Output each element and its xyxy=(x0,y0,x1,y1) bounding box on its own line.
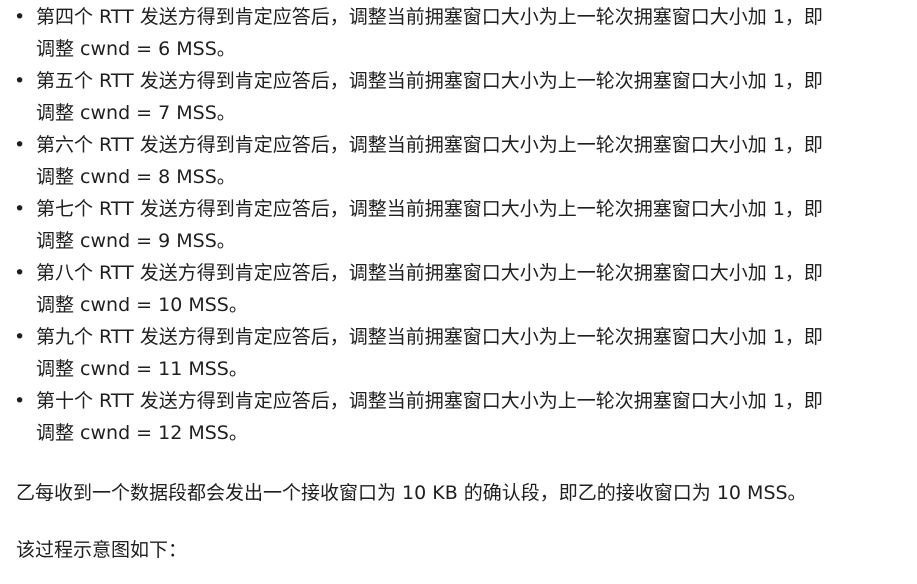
list-item-line1: 第八个 RTT 发送方得到肯定应答后，调整当前拥塞窗口大小为上一轮次拥塞窗口大小… xyxy=(36,262,823,284)
diagram-intro-paragraph: 该过程示意图如下： xyxy=(16,539,188,561)
list-item-line1: 第七个 RTT 发送方得到肯定应答后，调整当前拥塞窗口大小为上一轮次拥塞窗口大小… xyxy=(36,198,823,220)
receiver-window-paragraph: 乙每收到一个数据段都会发出一个接收窗口为 10 KB 的确认段，即乙的接收窗口为… xyxy=(16,482,807,504)
bullet-icon: • xyxy=(14,198,26,220)
bullet-icon: • xyxy=(14,134,26,156)
rtt-bullet-list: • 第四个 RTT 发送方得到肯定应答后，调整当前拥塞窗口大小为上一轮次拥塞窗口… xyxy=(0,1,900,449)
list-item: • 第七个 RTT 发送方得到肯定应答后，调整当前拥塞窗口大小为上一轮次拥塞窗口… xyxy=(0,193,900,257)
list-item-line1: 第四个 RTT 发送方得到肯定应答后，调整当前拥塞窗口大小为上一轮次拥塞窗口大小… xyxy=(36,6,823,28)
document-page: • 第四个 RTT 发送方得到肯定应答后，调整当前拥塞窗口大小为上一轮次拥塞窗口… xyxy=(0,0,917,584)
bullet-icon: • xyxy=(14,70,26,92)
bullet-icon: • xyxy=(14,6,26,28)
list-item-line2: 调整 cwnd = 6 MSS。 xyxy=(36,38,236,60)
list-item-line2: 调整 cwnd = 9 MSS。 xyxy=(36,230,236,252)
bullet-icon: • xyxy=(14,390,26,412)
list-item: • 第八个 RTT 发送方得到肯定应答后，调整当前拥塞窗口大小为上一轮次拥塞窗口… xyxy=(0,257,900,321)
list-item: • 第五个 RTT 发送方得到肯定应答后，调整当前拥塞窗口大小为上一轮次拥塞窗口… xyxy=(0,65,900,129)
list-item-line1: 第十个 RTT 发送方得到肯定应答后，调整当前拥塞窗口大小为上一轮次拥塞窗口大小… xyxy=(36,390,823,412)
list-item-line2: 调整 cwnd = 10 MSS。 xyxy=(36,294,248,316)
bullet-icon: • xyxy=(14,326,26,348)
list-item: • 第九个 RTT 发送方得到肯定应答后，调整当前拥塞窗口大小为上一轮次拥塞窗口… xyxy=(0,321,900,385)
list-item-line2: 调整 cwnd = 12 MSS。 xyxy=(36,422,248,444)
list-item-line1: 第九个 RTT 发送方得到肯定应答后，调整当前拥塞窗口大小为上一轮次拥塞窗口大小… xyxy=(36,326,823,348)
list-item: • 第四个 RTT 发送方得到肯定应答后，调整当前拥塞窗口大小为上一轮次拥塞窗口… xyxy=(0,1,900,65)
list-item-line1: 第五个 RTT 发送方得到肯定应答后，调整当前拥塞窗口大小为上一轮次拥塞窗口大小… xyxy=(36,70,823,92)
list-item: • 第十个 RTT 发送方得到肯定应答后，调整当前拥塞窗口大小为上一轮次拥塞窗口… xyxy=(0,385,900,449)
list-item-line1: 第六个 RTT 发送方得到肯定应答后，调整当前拥塞窗口大小为上一轮次拥塞窗口大小… xyxy=(36,134,823,156)
list-item-line2: 调整 cwnd = 11 MSS。 xyxy=(36,358,248,380)
list-item-line2: 调整 cwnd = 7 MSS。 xyxy=(36,102,236,124)
list-item: • 第六个 RTT 发送方得到肯定应答后，调整当前拥塞窗口大小为上一轮次拥塞窗口… xyxy=(0,129,900,193)
bullet-icon: • xyxy=(14,262,26,284)
list-item-line2: 调整 cwnd = 8 MSS。 xyxy=(36,166,236,188)
